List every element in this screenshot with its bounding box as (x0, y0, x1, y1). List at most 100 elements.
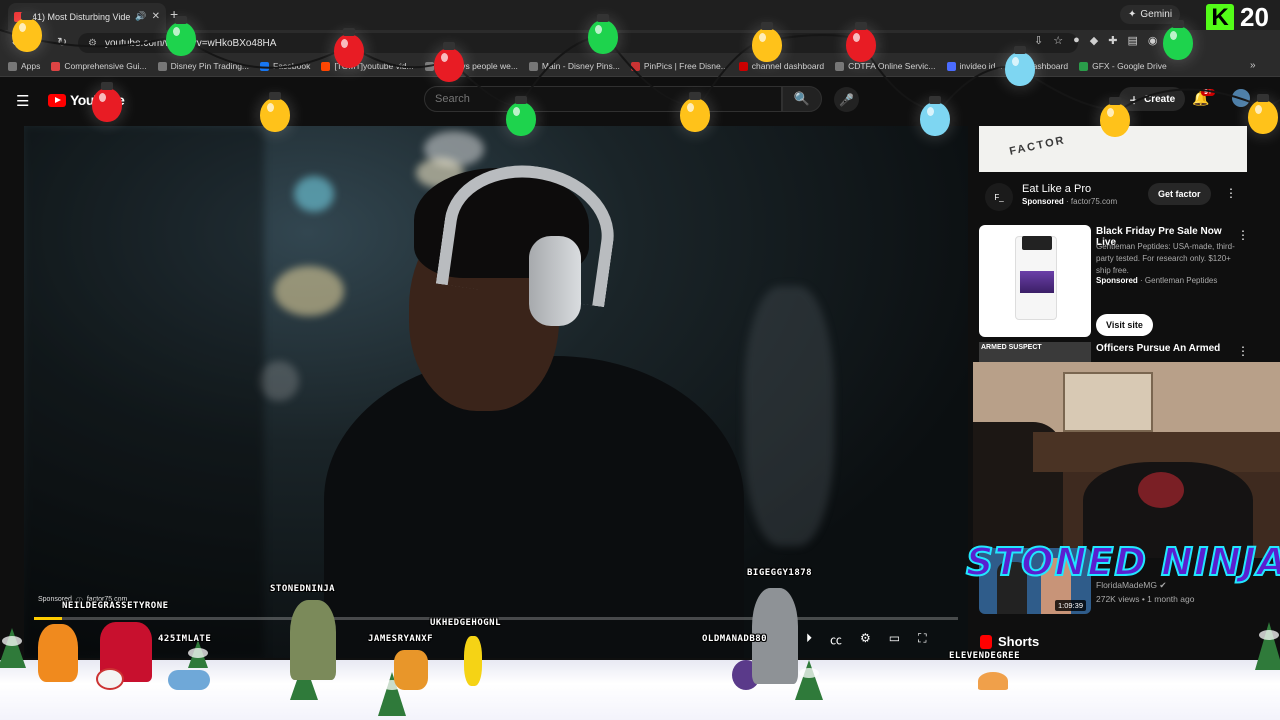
address-bar[interactable]: ⚙ youtube.com/watch?v=wHkoBXo48HA (78, 33, 1078, 53)
shorts-header[interactable]: Shorts (980, 634, 1039, 649)
bookmark-item[interactable]: Main - Disney Pins... (528, 61, 620, 71)
youtube-play-icon (48, 93, 66, 107)
notification-badge: 9+ (1201, 89, 1215, 96)
light-bulb (434, 42, 464, 82)
video-title-text: Officers Pursue An Armed (1096, 343, 1221, 354)
light-bulb (506, 96, 536, 136)
bookmark-item[interactable]: invideo id... (946, 61, 1003, 71)
tiger-sprite (38, 624, 78, 682)
theater-mode-icon[interactable]: ▭ (889, 631, 900, 648)
bookmark-item[interactable]: [TOMT]youtube vid... (321, 61, 414, 71)
tab-strip: (41) Most Disturbing Videos 🔊 ✕ + ✦ Gemi… (0, 0, 1280, 32)
reddit-icon (321, 61, 331, 71)
reload-icon[interactable]: ↻ (57, 35, 67, 49)
pine-tree (1255, 622, 1280, 670)
viewer-username: UKHEDGEHOGNL (430, 618, 502, 628)
extension-icon[interactable]: ● (1073, 34, 1080, 47)
bookmark-label: GFX - Google Drive (1092, 61, 1167, 71)
bookmark-item[interactable]: Facebook (260, 61, 310, 71)
bookmark-item[interactable]: Comprehensive Gui... (51, 61, 147, 71)
bookmarks-bar: Apps Comprehensive Gui... Disney Pin Tra… (0, 56, 1280, 77)
bookmark-item[interactable]: Apps (8, 61, 40, 71)
more-options-icon[interactable]: ⋮ (1237, 228, 1249, 242)
bookmark-favicon-icon (157, 61, 167, 71)
ad-title[interactable]: Eat Like a Pro (1022, 183, 1091, 195)
create-button[interactable]: ＋ Create (1119, 87, 1186, 111)
bookmark-item[interactable]: GFX - Google Drive (1079, 61, 1167, 71)
light-bulb (846, 22, 876, 62)
shirt-graphic (1138, 472, 1184, 508)
bookmark-favicon-icon (424, 61, 434, 71)
bookmark-label: PinPics | Free Disne... (643, 61, 728, 71)
light-bulb (588, 14, 618, 54)
more-options-icon[interactable]: ⋮ (1225, 186, 1237, 200)
voice-search-button[interactable]: 🎤 (834, 87, 859, 112)
pine-tree (795, 660, 823, 700)
viewer-username: BIGEGGY1878 (747, 568, 813, 578)
background-figure (744, 286, 834, 546)
bokeh-light (274, 266, 344, 316)
audio-icon[interactable]: 🔊 (135, 11, 146, 22)
bookmark-label: invideo id... (959, 61, 1003, 71)
install-icon[interactable]: ⇩ (1034, 34, 1043, 47)
more-options-icon[interactable]: ⋮ (1237, 344, 1249, 358)
player-controls: ⏵ ㏄ ⚙ ▭ ⛶ (806, 631, 927, 648)
kick-count: 20 (1240, 2, 1269, 32)
bokeh-light (294, 176, 334, 212)
bookmark-label: Apps (21, 61, 41, 71)
shadow-area (24, 126, 264, 658)
autoplay-toggle-icon[interactable]: ⏵ (806, 631, 812, 648)
extensions: ⇩ ☆ ● ◆ ✚ ▤ ◉ ⋮ (1034, 34, 1178, 47)
light-bulb (920, 96, 950, 136)
ad-meta: Sponsored · factor75.com (1022, 197, 1118, 206)
avatar[interactable] (1232, 89, 1250, 107)
light-bulb (1005, 46, 1035, 86)
search-button[interactable]: 🔍 (782, 86, 822, 112)
more-bookmarks-icon[interactable]: » (1250, 60, 1256, 71)
light-bulb (12, 12, 42, 52)
kick-logo-icon: K (1206, 4, 1234, 32)
soldier-sprite (290, 600, 336, 680)
window-frame (1063, 372, 1153, 432)
ad2-brand: Gentleman Peptides (1144, 276, 1218, 285)
profile-icon[interactable]: ◉ (1148, 34, 1158, 47)
video-views: 272K views • 1 month ago (1096, 594, 1195, 604)
search-input[interactable] (424, 86, 782, 112)
hamburger-menu-icon[interactable]: ☰ (16, 92, 29, 110)
visit-site-button[interactable]: Visit site (1096, 314, 1153, 336)
bookmark-star-icon[interactable]: ☆ (1053, 34, 1063, 47)
bookmark-favicon-icon (51, 61, 61, 71)
light-bulb (166, 16, 196, 56)
bookmark-favicon-icon (528, 61, 538, 71)
video-title[interactable]: Officers Pursue An Armed (1096, 343, 1220, 354)
video-player[interactable] (24, 126, 968, 658)
ad-cta-button[interactable]: Get factor (1148, 183, 1211, 205)
viewer-username: ELEVENDEGREE (949, 651, 1021, 661)
invideo-icon (946, 61, 956, 71)
captions-icon[interactable]: ㏄ (830, 631, 842, 648)
site-info-icon[interactable]: ⚙ (88, 38, 97, 49)
fox-sprite (394, 650, 428, 690)
bookmark-label: Disney Pin Trading... (170, 61, 250, 71)
bookmark-item[interactable]: Disney Pin Trading... (157, 61, 250, 71)
puzzle-icon[interactable]: ✚ (1108, 34, 1117, 47)
bookmark-item[interactable]: channel dashboard (738, 61, 825, 71)
close-tab-icon[interactable]: ✕ (152, 11, 160, 22)
bookmark-favicon-icon (835, 61, 845, 71)
light-bulb (1100, 97, 1130, 137)
downloads-icon[interactable]: ▤ (1127, 34, 1137, 47)
youtube-favicon-icon (738, 61, 748, 71)
light-bulb (92, 82, 122, 122)
settings-gear-icon[interactable]: ⚙ (860, 631, 871, 648)
search-icon: 🔍 (793, 91, 811, 106)
pine-tree (0, 628, 26, 668)
bookmark-item[interactable]: PinPics | Free Disne... (630, 61, 728, 71)
bookmark-item[interactable]: CDTFA Online Servic... (835, 61, 936, 71)
light-bulb (1163, 20, 1193, 60)
fullscreen-icon[interactable]: ⛶ (918, 631, 926, 648)
shorts-label: Shorts (998, 634, 1040, 649)
extension-icon[interactable]: ◆ (1090, 34, 1098, 47)
webcam-overlay (973, 362, 1280, 558)
video-thumbnail[interactable]: ARMED SUSPECT (979, 342, 1091, 362)
bookmark-label: channel dashboard (751, 61, 825, 71)
